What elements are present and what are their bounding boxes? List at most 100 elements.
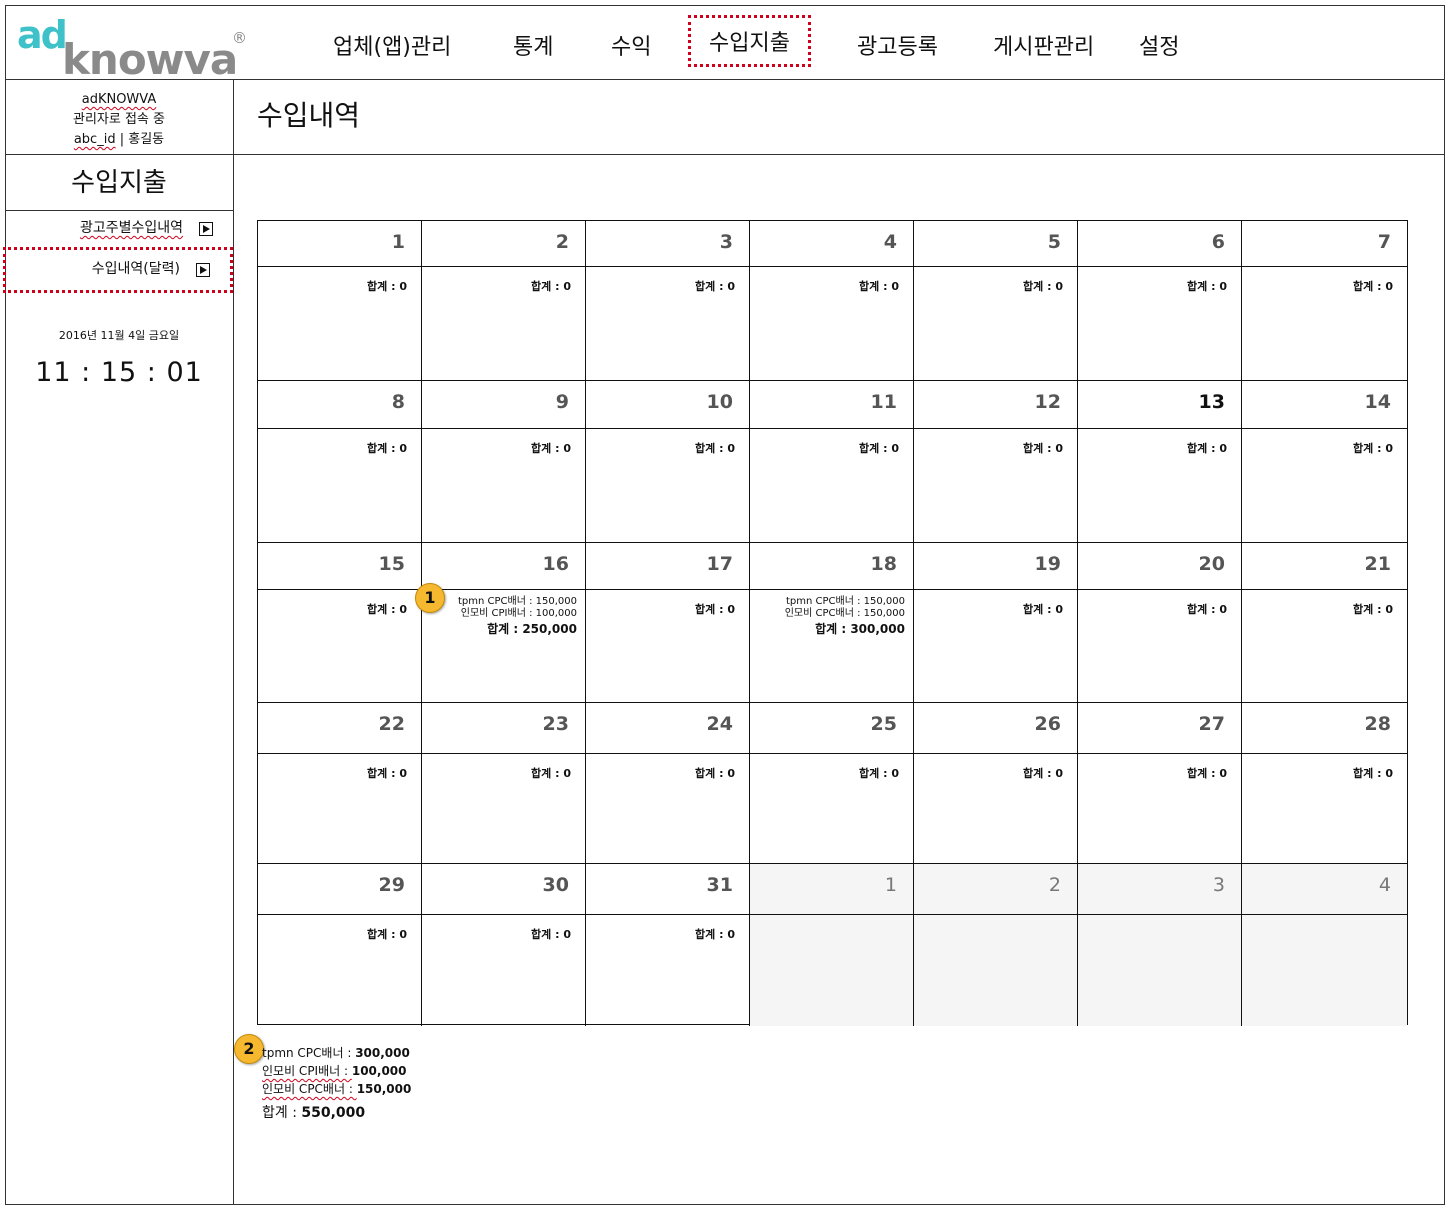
user-info: adKNOWVA 관리자로 접속 중 abc_id | 홍길동	[5, 80, 233, 155]
day-total: 합계 : 0	[1023, 603, 1063, 616]
calendar-day-cell[interactable]: 3	[1078, 864, 1242, 1026]
day-number: 25	[870, 713, 897, 735]
day-total: 합계 : 0	[531, 442, 571, 455]
day-number: 30	[542, 874, 569, 896]
calendar-day-cell[interactable]: 26 합계 : 0	[914, 703, 1078, 864]
calendar-day-cell[interactable]: 25 합계 : 0	[750, 703, 914, 864]
calendar-day-cell[interactable]: 8 합계 : 0	[258, 381, 422, 543]
calendar-day-cell[interactable]: 4	[1242, 864, 1407, 1026]
user-status: 관리자로 접속 중	[73, 112, 165, 127]
day-number: 29	[378, 874, 405, 896]
day-number: 1	[391, 231, 405, 253]
calendar-day-cell[interactable]: 21 합계 : 0	[1242, 543, 1407, 703]
calendar-day-cell[interactable]: 1	[750, 864, 914, 1026]
day-number: 3	[719, 231, 733, 253]
day-number: 22	[378, 713, 405, 735]
calendar-day-cell[interactable]: 31 합계 : 0	[586, 864, 750, 1026]
day-header: 1	[750, 864, 913, 915]
calendar-day-cell[interactable]: 14 합계 : 0	[1242, 381, 1407, 543]
top-header: ad knowva ® 업체(앱)관리 통계 수익 수입지출 광고등록 게시판관…	[5, 5, 1445, 84]
day-number: 27	[1198, 713, 1225, 735]
calendar-day-cell[interactable]: 19 합계 : 0	[914, 543, 1078, 703]
calendar-day-cell[interactable]: 11 합계 : 0	[750, 381, 914, 543]
calendar-day-cell[interactable]: 2 합계 : 0	[422, 221, 586, 381]
day-total: 합계 : 0	[695, 767, 735, 780]
income-calendar: 1 합계 : 0 2 합계 : 0 3 합계 : 0 4 합계 : 0 5 합계 : 0 6 합계 :…	[257, 220, 1408, 1026]
income-line: tpmn CPC배너 : 150,000	[457, 596, 577, 607]
day-header: 30	[422, 864, 585, 915]
day-number: 4	[883, 231, 897, 253]
calendar-day-cell[interactable]: 27 합계 : 0	[1078, 703, 1242, 864]
calendar-day-cell[interactable]: 20 합계 : 0	[1078, 543, 1242, 703]
day-total: 합계 : 0	[531, 767, 571, 780]
day-number: 2	[555, 231, 569, 253]
day-total: 합계 : 0	[1187, 280, 1227, 293]
day-total: 합계 : 0	[1353, 280, 1393, 293]
play-arrow-icon	[196, 263, 210, 277]
income-line: 인모비 CPI배너 : 100,000	[460, 608, 577, 619]
day-number: 20	[1198, 553, 1225, 575]
current-date: 2016년 11월 4일 금요일	[58, 329, 180, 342]
calendar-day-cell[interactable]: 17 합계 : 0	[586, 543, 750, 703]
sidebar: adKNOWVA 관리자로 접속 중 abc_id | 홍길동 수입지출 광고주…	[3, 80, 234, 1205]
day-header: 2	[914, 864, 1077, 915]
summary-line: 인모비 CPC배너 : 150,000	[262, 1082, 412, 1096]
day-total: 합계 : 0	[859, 767, 899, 780]
calendar-day-cell[interactable]: 13 합계 : 0	[1078, 381, 1242, 543]
nav-item-ad-register[interactable]: 광고등록	[857, 29, 938, 61]
day-number: 24	[706, 713, 733, 735]
day-total: 합계 : 0	[859, 280, 899, 293]
day-total: 합계 : 0	[1353, 767, 1393, 780]
calendar-day-cell[interactable]: 12 합계 : 0	[914, 381, 1078, 543]
nav-item-board[interactable]: 게시판관리	[993, 29, 1094, 61]
sidebar-item-income-calendar[interactable]: 수입내역(달력)	[3, 247, 233, 293]
calendar-day-cell[interactable]: 1 합계 : 0	[258, 221, 422, 381]
nav-item-settings[interactable]: 설정	[1139, 29, 1179, 61]
day-header: 19	[914, 543, 1077, 590]
calendar-day-cell[interactable]: 18 tpmn CPC배너 : 150,000 인모비 CPC배너 : 150,00…	[750, 543, 914, 703]
summary-line: tpmn CPC배너 : 300,000	[262, 1046, 410, 1060]
day-total: 합계 : 0	[695, 603, 735, 616]
day-total: 합계 : 0	[367, 928, 407, 941]
nav-item-stats[interactable]: 통계	[513, 29, 553, 61]
day-number: 19	[1034, 553, 1061, 575]
calendar-day-cell[interactable]: 7 합계 : 0	[1242, 221, 1407, 381]
day-total: 합계 : 0	[367, 767, 407, 780]
day-header: 12	[914, 381, 1077, 429]
day-total: 합계 : 0	[859, 442, 899, 455]
adknowva-logo[interactable]: ad knowva ®	[17, 13, 247, 84]
day-header: 2	[422, 221, 585, 267]
day-number: 8	[391, 391, 405, 413]
user-name: 홍길동	[128, 132, 165, 147]
calendar-day-cell[interactable]: 24 합계 : 0	[586, 703, 750, 864]
day-total: 합계 : 0	[367, 280, 407, 293]
nav-item-company-app[interactable]: 업체(앱)관리	[333, 29, 451, 61]
nav-item-revenue[interactable]: 수익	[611, 29, 651, 61]
calendar-day-cell[interactable]: 10 합계 : 0	[586, 381, 750, 543]
sidebar-title: 수입지출	[5, 155, 233, 211]
income-line: 인모비 CPC배너 : 150,000	[784, 608, 905, 619]
user-separator: |	[119, 132, 125, 147]
nav-item-income-expense[interactable]: 수입지출	[688, 15, 811, 67]
calendar-day-cell[interactable]: 4 합계 : 0	[750, 221, 914, 381]
sidebar-item-advertiser-income[interactable]: 광고주별수입내역	[5, 213, 233, 243]
day-header: 3	[1078, 864, 1241, 915]
day-number: 7	[1377, 231, 1391, 253]
calendar-day-cell[interactable]: 2	[914, 864, 1078, 1026]
calendar-day-cell[interactable]: 22 합계 : 0	[258, 703, 422, 864]
day-number: 15	[378, 553, 405, 575]
day-header: 15	[258, 543, 421, 590]
calendar-day-cell[interactable]: 6 합계 : 0	[1078, 221, 1242, 381]
calendar-day-cell[interactable]: 15 합계 : 0	[258, 543, 422, 703]
day-total: 합계 : 0	[367, 603, 407, 616]
calendar-day-cell[interactable]: 30 합계 : 0	[422, 864, 586, 1026]
calendar-day-cell[interactable]: 16 tpmn CPC배너 : 150,000 인모비 CPI배너 : 100,00…	[422, 543, 586, 703]
calendar-day-cell[interactable]: 29 합계 : 0	[258, 864, 422, 1026]
calendar-day-cell[interactable]: 3 합계 : 0	[586, 221, 750, 381]
calendar-day-cell[interactable]: 9 합계 : 0	[422, 381, 586, 543]
day-number: 28	[1364, 713, 1391, 735]
calendar-day-cell[interactable]: 28 합계 : 0	[1242, 703, 1407, 864]
calendar-day-cell[interactable]: 23 합계 : 0	[422, 703, 586, 864]
calendar-day-cell[interactable]: 5 합계 : 0	[914, 221, 1078, 381]
day-total: 합계 : 0	[1023, 442, 1063, 455]
